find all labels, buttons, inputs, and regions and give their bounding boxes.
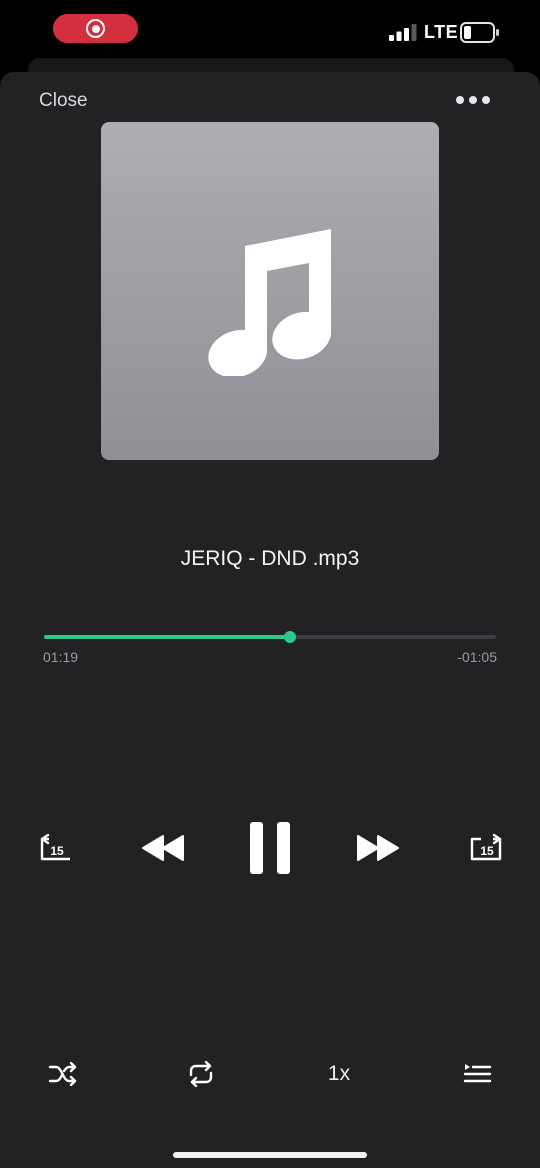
status-bar: LTE bbox=[0, 0, 540, 64]
rewind-button[interactable] bbox=[140, 832, 186, 864]
fast-forward-button[interactable] bbox=[355, 832, 401, 864]
skip-back-15-button[interactable]: 15 bbox=[36, 830, 76, 866]
repeat-icon bbox=[189, 1061, 213, 1087]
progress-knob[interactable] bbox=[284, 631, 296, 643]
cellular-signal-icon bbox=[389, 24, 417, 41]
repeat-button[interactable] bbox=[184, 1060, 218, 1088]
elapsed-time: 01:19 bbox=[43, 649, 79, 665]
svg-text:15: 15 bbox=[480, 844, 494, 858]
playback-speed-label: 1x bbox=[327, 1062, 351, 1085]
skip-forward-15-button[interactable]: 15 bbox=[466, 830, 506, 866]
skip-back-15-icon: 15 bbox=[40, 833, 70, 861]
close-button[interactable]: Close bbox=[39, 90, 88, 112]
network-type-label: LTE bbox=[424, 22, 459, 42]
more-options-button[interactable] bbox=[452, 88, 494, 112]
pause-icon bbox=[250, 822, 290, 874]
album-artwork bbox=[101, 122, 439, 460]
remaining-time: -01:05 bbox=[457, 649, 497, 665]
record-icon bbox=[86, 19, 105, 38]
queue-list-icon bbox=[463, 1064, 492, 1083]
svg-text:15: 15 bbox=[50, 844, 64, 858]
progress-fill bbox=[44, 635, 290, 639]
progress-slider[interactable] bbox=[44, 630, 496, 644]
queue-button[interactable] bbox=[460, 1060, 494, 1088]
screen-recording-indicator[interactable] bbox=[53, 14, 138, 43]
playback-speed-button[interactable]: 1x bbox=[316, 1058, 362, 1090]
rewind-icon bbox=[142, 835, 184, 861]
home-indicator[interactable] bbox=[173, 1152, 367, 1158]
ellipsis-icon bbox=[456, 96, 464, 104]
fast-forward-icon bbox=[357, 835, 399, 861]
skip-forward-15-icon: 15 bbox=[470, 833, 502, 861]
music-note-icon bbox=[208, 229, 331, 376]
pause-button[interactable] bbox=[246, 820, 294, 876]
shuffle-icon bbox=[48, 1062, 77, 1086]
shuffle-button[interactable] bbox=[46, 1060, 80, 1088]
battery-icon bbox=[460, 22, 499, 43]
track-title: JERIQ - DND .mp3 bbox=[180, 547, 360, 570]
